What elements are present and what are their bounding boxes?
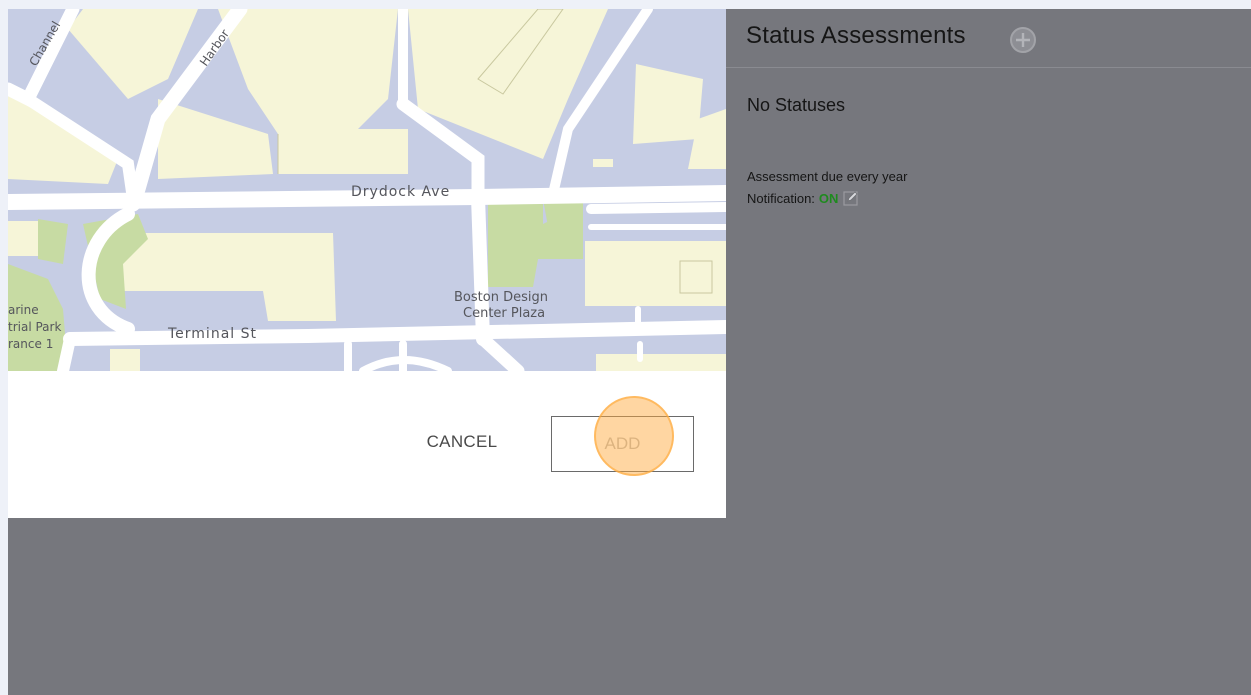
panel-title: Status Assessments xyxy=(746,22,966,49)
cancel-button[interactable]: CANCEL xyxy=(412,427,512,457)
plus-circle-icon[interactable] xyxy=(1008,25,1038,55)
notification-status: ON xyxy=(818,190,839,206)
map-view[interactable]: Drydock Ave Terminal St Channel Harbor B… xyxy=(8,9,726,371)
assessment-due-text: Assessment due every year xyxy=(747,169,908,184)
place-label-marine-3: rance 1 xyxy=(8,337,53,351)
edit-icon[interactable] xyxy=(843,190,859,206)
street-label-terminal: Terminal St xyxy=(167,326,257,342)
empty-status-text: No Statuses xyxy=(747,95,846,115)
app-window: Drydock Ave Terminal St Channel Harbor B… xyxy=(8,9,1251,695)
place-label-marine-2: trial Park xyxy=(8,320,61,334)
map-canvas[interactable]: Drydock Ave Terminal St Channel Harbor B… xyxy=(8,9,726,371)
panel-header: Status Assessments xyxy=(726,9,1251,68)
add-button[interactable]: ADD xyxy=(551,416,694,472)
notification-row: Notification: ON xyxy=(747,190,859,206)
status-panel: Status Assessments No Statuses Assessmen… xyxy=(726,9,1251,695)
street-label-drydock: Drydock Ave xyxy=(351,184,450,200)
place-label-design-center-2: Center Plaza xyxy=(463,306,545,321)
place-label-marine-1: arine xyxy=(8,303,39,317)
place-label-design-center-1: Boston Design xyxy=(454,290,548,305)
notification-label: Notification: xyxy=(747,190,815,206)
